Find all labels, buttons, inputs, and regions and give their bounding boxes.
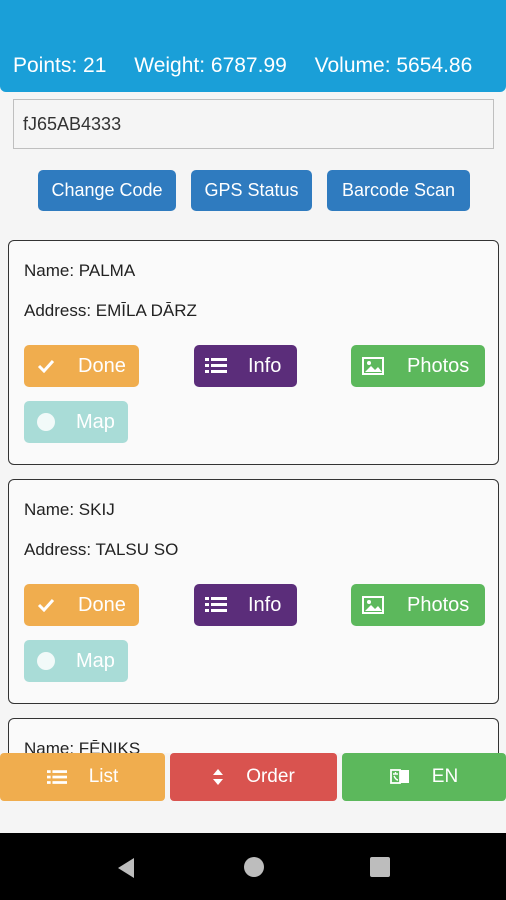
- total-volume: Volume: 5654.86: [314, 54, 473, 77]
- order-button[interactable]: Order: [170, 753, 337, 801]
- recents-icon[interactable]: [370, 857, 390, 877]
- list-icon: [204, 593, 228, 617]
- list-label: List: [88, 766, 119, 787]
- done-button[interactable]: Done: [24, 345, 139, 387]
- map-label: Map: [76, 649, 115, 672]
- info-label: Info: [248, 354, 282, 377]
- done-label: Done: [78, 354, 126, 377]
- check-icon: [34, 593, 58, 617]
- card-name: Name: PALMA: [24, 261, 136, 280]
- list-icon: [46, 769, 67, 785]
- map-button[interactable]: Map: [24, 401, 128, 443]
- code-input[interactable]: [13, 99, 494, 149]
- image-icon: [361, 354, 385, 378]
- done-button[interactable]: Done: [24, 584, 139, 626]
- barcode-scan-button[interactable]: Barcode Scan: [327, 170, 470, 211]
- gps-status-button[interactable]: GPS Status: [191, 170, 312, 211]
- card-name: Name: SKIJ: [24, 500, 115, 519]
- sort-icon: [212, 768, 224, 786]
- photos-label: Photos: [407, 354, 470, 377]
- photos-button[interactable]: Photos: [351, 345, 485, 387]
- image-icon: [361, 593, 385, 617]
- stats-row: Points: 21 Weight: 6787.99 Volume: 5654.…: [13, 54, 472, 78]
- info-label: Info: [248, 593, 282, 616]
- photos-button[interactable]: Photos: [351, 584, 485, 626]
- translate-icon: [389, 768, 410, 786]
- card-address: Address: TALSU SO: [24, 540, 179, 559]
- photos-label: Photos: [407, 593, 470, 616]
- info-button[interactable]: Info: [194, 345, 297, 387]
- language-button[interactable]: EN: [342, 753, 506, 801]
- info-button[interactable]: Info: [194, 584, 297, 626]
- check-icon: [34, 354, 58, 378]
- delivery-card: Name: SKIJ Address: TALSU SO Done Info P…: [8, 479, 499, 704]
- list-button[interactable]: List: [0, 753, 165, 801]
- map-button[interactable]: Map: [24, 640, 128, 682]
- globe-icon: [34, 410, 58, 434]
- total-weight: Weight: 6787.99: [134, 54, 287, 77]
- map-label: Map: [76, 410, 115, 433]
- app-header: Points: 21 Weight: 6787.99 Volume: 5654.…: [0, 0, 506, 92]
- change-code-button[interactable]: Change Code: [38, 170, 176, 211]
- bottom-bar: List Order EN: [0, 753, 506, 833]
- language-label: EN: [431, 766, 459, 787]
- globe-icon: [34, 649, 58, 673]
- home-icon[interactable]: [243, 856, 265, 878]
- order-label: Order: [246, 766, 295, 787]
- list-icon: [204, 354, 228, 378]
- back-icon[interactable]: [116, 857, 136, 879]
- delivery-card: Name: PALMA Address: EMĪLA DĀRZ Done Inf…: [8, 240, 499, 465]
- points-count: Points: 21: [13, 54, 107, 77]
- card-address: Address: EMĪLA DĀRZ: [24, 301, 197, 320]
- done-label: Done: [78, 593, 126, 616]
- system-nav-bar: [0, 833, 506, 900]
